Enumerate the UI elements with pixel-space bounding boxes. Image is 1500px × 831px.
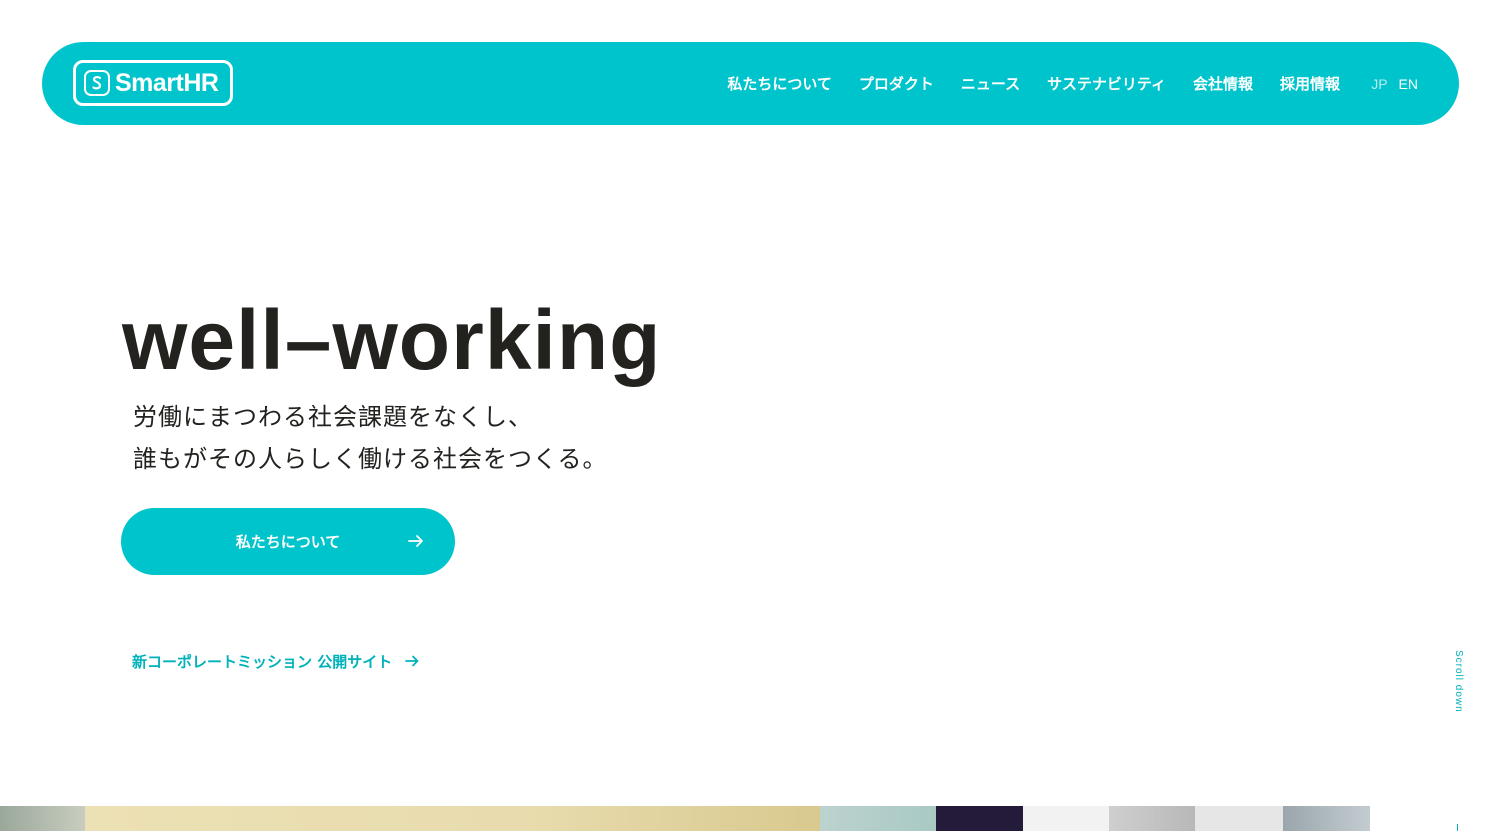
strip-image <box>85 806 820 831</box>
strip-image <box>1283 806 1370 831</box>
main-nav: 私たちについて プロダクト ニュース サステナビリティ 会社情報 採用情報 <box>700 42 1340 125</box>
strip-image <box>0 806 85 831</box>
site-header: SmartHR 私たちについて プロダクト ニュース サステナビリティ 会社情報… <box>42 42 1459 125</box>
nav-item-product[interactable]: プロダクト <box>859 73 934 94</box>
strip-image <box>820 806 936 831</box>
lang-en[interactable]: EN <box>1399 76 1418 92</box>
strip-image <box>936 806 1023 831</box>
hero-subtitle: 労働にまつわる社会課題をなくし、 誰もがその人らしく働ける社会をつくる。 <box>133 396 608 480</box>
scroll-line <box>1457 824 1458 831</box>
nav-item-about[interactable]: 私たちについて <box>727 73 832 94</box>
mission-site-link-label: 新コーポレートミッション 公開サイト <box>132 652 393 671</box>
strip-image <box>1023 806 1109 831</box>
mission-site-link[interactable]: 新コーポレートミッション 公開サイト <box>132 649 420 673</box>
lang-jp[interactable]: JP <box>1371 76 1387 92</box>
nav-item-news[interactable]: ニュース <box>961 73 1020 94</box>
arrow-right-icon <box>408 535 423 547</box>
nav-item-sustainability[interactable]: サステナビリティ <box>1047 73 1166 94</box>
scroll-down-indicator[interactable]: Scroll down <box>1452 650 1464 722</box>
image-strip <box>0 806 1370 831</box>
nav-item-company[interactable]: 会社情報 <box>1193 73 1253 94</box>
logo-text: SmartHR <box>115 68 219 97</box>
smarthr-mark-icon <box>84 70 110 96</box>
hero-subtitle-line1: 労働にまつわる社会課題をなくし、 <box>133 403 533 431</box>
hero-subtitle-line2: 誰もがその人らしく働ける社会をつくる。 <box>133 445 608 473</box>
hero-title: well–working <box>122 293 662 387</box>
about-us-button[interactable]: 私たちについて <box>121 508 455 575</box>
strip-image <box>1109 806 1195 831</box>
arrow-right-icon <box>405 655 419 667</box>
smarthr-logo[interactable]: SmartHR <box>73 60 233 106</box>
about-us-button-label: 私たちについて <box>235 533 341 551</box>
nav-item-recruit[interactable]: 採用情報 <box>1280 73 1340 94</box>
strip-image <box>1195 806 1283 831</box>
language-switcher: JP EN <box>1360 42 1418 125</box>
scroll-down-label: Scroll down <box>1453 650 1464 713</box>
